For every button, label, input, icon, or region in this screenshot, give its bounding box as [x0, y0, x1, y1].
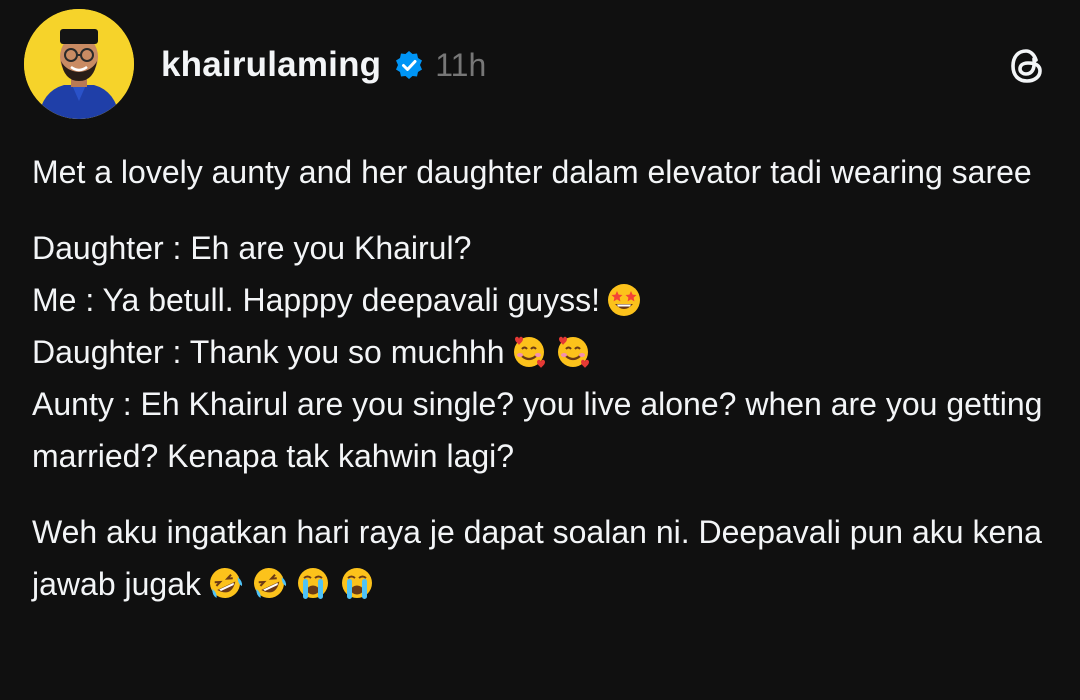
- profile-photo: [24, 9, 134, 119]
- paragraph-text: Weh aku ingatkan hari raya je dapat soal…: [32, 514, 1042, 602]
- dialog-line: Daughter : Thank you so muchhh: [32, 326, 1052, 378]
- username[interactable]: khairulaming: [161, 45, 381, 85]
- rolling-on-floor-laughing-icon: [249, 563, 289, 603]
- threads-logo-icon[interactable]: [1008, 46, 1048, 86]
- avatar[interactable]: [24, 9, 134, 119]
- star-struck-icon: [604, 279, 644, 319]
- verified-badge-icon: [393, 49, 425, 81]
- dialog-text: Daughter : Eh are you Khairul?: [32, 230, 472, 266]
- dialog-line: Daughter : Eh are you Khairul?: [32, 222, 1052, 274]
- loudly-crying-face-icon: [337, 563, 377, 603]
- smiling-face-with-hearts-icon: [509, 331, 549, 371]
- post-body: Met a lovely aunty and her daughter dala…: [32, 146, 1052, 610]
- dialog-line: Me : Ya betull. Happpy deepavali guyss!: [32, 274, 1052, 326]
- post-timestamp: 11h: [435, 46, 487, 83]
- dialog-block: Daughter : Eh are you Khairul? Me : Ya b…: [32, 222, 1052, 482]
- post-paragraph: Met a lovely aunty and her daughter dala…: [32, 154, 1032, 190]
- dialog-line: Aunty : Eh Khairul are you single? you l…: [32, 378, 1052, 482]
- dialog-text: Aunty : Eh Khairul are you single? you l…: [32, 386, 1043, 474]
- post-header: khairulaming 11h: [161, 40, 486, 90]
- smiling-face-with-hearts-icon: [553, 331, 593, 371]
- loudly-crying-face-icon: [293, 563, 333, 603]
- rolling-on-floor-laughing-icon: [205, 563, 245, 603]
- post-paragraph: Weh aku ingatkan hari raya je dapat soal…: [32, 506, 1052, 610]
- dialog-text: Daughter : Thank you so muchhh: [32, 334, 505, 370]
- dialog-text: Me : Ya betull. Happpy deepavali guyss!: [32, 282, 601, 318]
